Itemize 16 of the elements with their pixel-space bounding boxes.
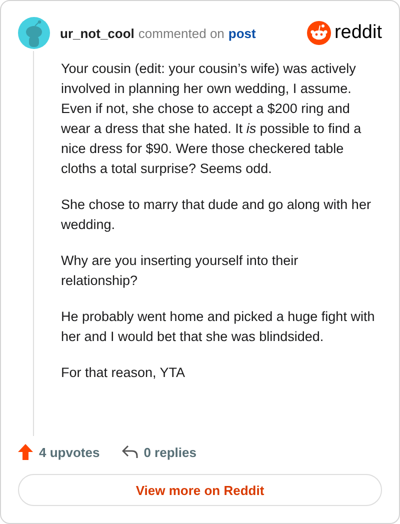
post-link[interactable]: post (228, 26, 256, 40)
upvote-icon[interactable] (18, 444, 33, 460)
action-text: commented on (138, 26, 224, 40)
comment-paragraph: Your cousin (edit: your cousin’s wife) was actively involved in planning her own wedding, I assume. Even if not, she chose to accept a $200 ring and wear a dress that she hated. It is possible to find a nice dress for $90. Were those checkered table cloths a total surprise? Seems odd. (61, 60, 362, 178)
comment-paragraph: She chose to marry that dude and go along with her wedding. (61, 196, 372, 234)
reply-count: 0 replies (144, 444, 196, 460)
upvote-count: 4 upvotes (39, 444, 100, 460)
username[interactable]: ur_not_cool (60, 26, 134, 40)
reply-icon[interactable] (122, 445, 138, 459)
view-more-button[interactable]: View more on Reddit (18, 474, 382, 506)
comment-paragraph: He probably went home and picked a huge fight with her and I would bet that she was blindsided. (61, 308, 375, 346)
avatar-icon (18, 17, 50, 49)
comment-paragraph: Why are you inserting yourself into their relationship? (61, 252, 300, 290)
comment-paragraph: For that reason, YTA (61, 364, 186, 382)
reddit-logo-icon (307, 21, 332, 45)
brand-name: reddit (334, 22, 382, 44)
